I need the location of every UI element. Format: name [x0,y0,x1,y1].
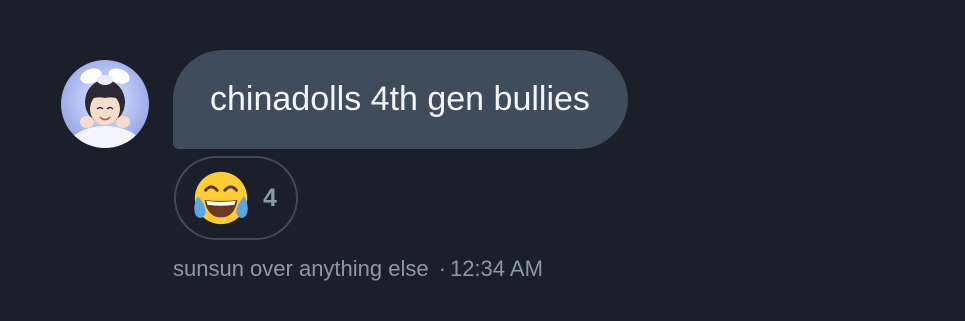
message-bubble[interactable]: chinadolls 4th gen bullies [173,50,628,149]
meta-separator: · [438,256,446,281]
message-time: 12:34 AM [449,256,543,281]
reaction-count: 4 [263,183,277,212]
message-meta: sunsun over anything else · 12:34 AM [173,256,543,282]
reaction-pill[interactable]: 4 [174,156,298,240]
dm-conversation: chinadolls 4th gen bullies 4 sunsun over… [0,0,965,321]
avatar-image [65,68,145,148]
message-text: chinadolls 4th gen bullies [210,80,590,118]
face-with-tears-of-joy-icon [194,171,248,225]
sender-name: sunsun over anything else [173,256,429,281]
avatar[interactable] [61,60,149,148]
